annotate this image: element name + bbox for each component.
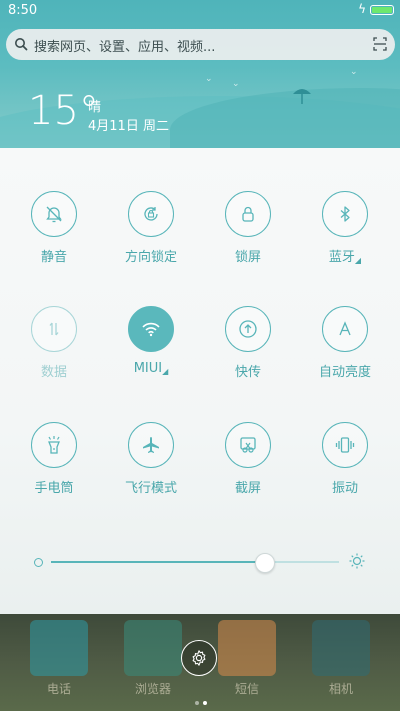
dock-app-camera[interactable]: 相机 xyxy=(306,620,376,697)
bird-decoration: ⌄ xyxy=(350,67,358,77)
page-dot xyxy=(203,701,207,705)
search-placeholder: 搜索网页、设置、应用、视频... xyxy=(34,40,216,55)
toggle-mobile-data[interactable]: 数据 xyxy=(4,306,104,380)
vibrate-icon xyxy=(322,422,368,468)
expand-corner-icon: ◢ xyxy=(162,367,169,376)
expand-corner-icon: ◢ xyxy=(354,256,362,265)
battery-level xyxy=(372,7,392,13)
toggle-label: 振动 xyxy=(331,481,358,496)
bell-off-icon xyxy=(31,191,77,237)
wifi-icon xyxy=(128,306,174,352)
toggle-lock-screen[interactable]: 锁屏 xyxy=(198,191,298,265)
toggle-auto-brightness[interactable]: 自动亮度 xyxy=(295,306,395,380)
toggle-label: 截屏 xyxy=(234,481,261,496)
screenshot-icon xyxy=(225,422,271,468)
dock-app-label: 相机 xyxy=(328,682,353,696)
airplane-icon xyxy=(128,422,174,468)
toggle-bluetooth[interactable]: 蓝牙◢ xyxy=(295,191,395,265)
dock-app-label: 电话 xyxy=(46,682,71,696)
brightness-slider[interactable] xyxy=(30,548,370,578)
quick-settings-panel: 静音 方向锁定 锁屏 蓝牙◢ 数据 MIUI◢ 快传 自动亮度 手电筒 飞行模式… xyxy=(0,148,400,614)
clock: 8:50 xyxy=(8,3,38,18)
toggle-airplane-mode[interactable]: 飞行模式 xyxy=(101,422,201,496)
gear-icon xyxy=(192,650,206,666)
toggle-label: 蓝牙◢ xyxy=(328,250,362,265)
toggle-label: 飞行模式 xyxy=(124,481,177,496)
brightness-fill xyxy=(51,561,265,563)
toggle-wifi[interactable]: MIUI◢ xyxy=(101,306,201,376)
browser-icon xyxy=(124,620,182,676)
page-dot xyxy=(195,701,199,705)
toggle-label: 快传 xyxy=(234,365,261,380)
brightness-high-icon xyxy=(349,553,365,569)
brightness-low-icon xyxy=(34,558,43,567)
battery-icon xyxy=(370,5,394,15)
toggle-flashlight[interactable]: 手电筒 xyxy=(4,422,104,496)
dock-app-label: 短信 xyxy=(234,682,259,696)
toggle-screenshot[interactable]: 截屏 xyxy=(198,422,298,496)
flashlight-icon xyxy=(31,422,77,468)
toggle-vibrate[interactable]: 振动 xyxy=(295,422,395,496)
share-icon xyxy=(225,306,271,352)
status-bar: 8:50 ϟ xyxy=(0,0,400,22)
dock-app-messages[interactable]: 短信 xyxy=(212,620,282,697)
toggle-label: 自动亮度 xyxy=(318,365,371,380)
dock-app-phone[interactable]: 电话 xyxy=(24,620,94,697)
search-icon xyxy=(15,38,28,51)
rotation-lock-icon xyxy=(128,191,174,237)
weather-header: ⌄ ⌄ ⌄ 8:50 ϟ 搜索网页、设置、应用、视频... 15° 晴 4月11… xyxy=(0,0,400,148)
toggle-label: 数据 xyxy=(40,365,67,380)
bird-decoration: ⌄ xyxy=(205,74,213,84)
settings-button[interactable] xyxy=(181,640,217,676)
bluetooth-icon xyxy=(322,191,368,237)
toggle-label: 静音 xyxy=(40,250,67,265)
weather-condition: 晴 xyxy=(88,100,102,115)
toggle-rotation-lock[interactable]: 方向锁定 xyxy=(101,191,201,265)
dock-app-browser[interactable]: 浏览器 xyxy=(118,620,188,697)
toggle-label: 锁屏 xyxy=(234,250,261,265)
toggle-label: 方向锁定 xyxy=(124,250,177,265)
phone-icon xyxy=(30,620,88,676)
lock-icon xyxy=(225,191,271,237)
dock-app-label: 浏览器 xyxy=(134,682,171,696)
toggle-label: MIUI◢ xyxy=(133,361,169,376)
brightness-handle[interactable] xyxy=(255,553,276,573)
bird-decoration: ⌄ xyxy=(232,79,240,89)
toggle-label: 手电筒 xyxy=(34,481,74,496)
charging-icon: ϟ xyxy=(358,2,366,16)
brightness-track[interactable] xyxy=(51,561,339,563)
umbrella-icon xyxy=(293,89,311,104)
date: 4月11日 周二 xyxy=(88,119,169,134)
toggle-mute[interactable]: 静音 xyxy=(4,191,104,265)
camera-icon xyxy=(312,620,370,676)
search-bar[interactable]: 搜索网页、设置、应用、视频... xyxy=(6,29,395,60)
page-indicator xyxy=(193,690,209,709)
messages-icon xyxy=(218,620,276,676)
scan-icon[interactable] xyxy=(373,37,387,51)
toggle-quick-share[interactable]: 快传 xyxy=(198,306,298,380)
mobile-data-icon xyxy=(31,306,77,352)
auto-brightness-icon xyxy=(322,306,368,352)
